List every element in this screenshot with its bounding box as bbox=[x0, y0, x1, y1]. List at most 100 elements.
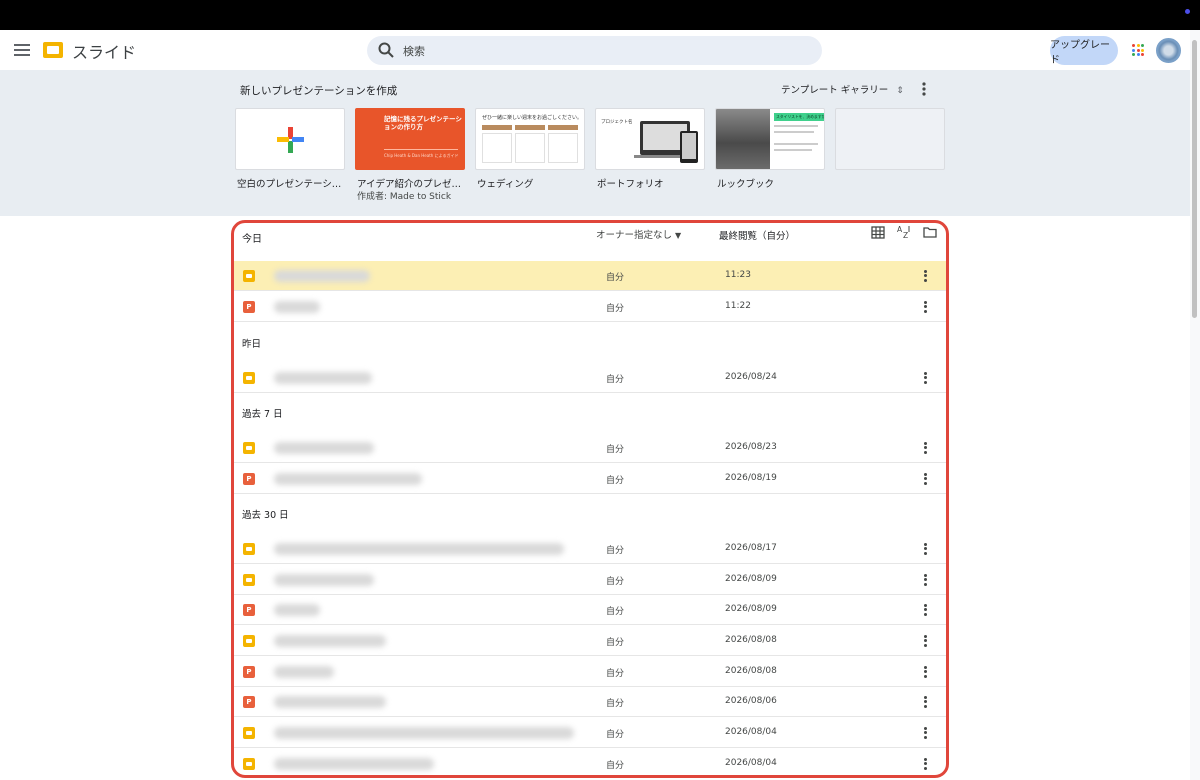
file-owner: 自分 bbox=[606, 761, 625, 771]
template-portfolio[interactable]: プロジェクト名 bbox=[595, 108, 705, 170]
section-yesterday: 昨日 bbox=[242, 339, 262, 350]
file-last-viewed: 2026/08/17 bbox=[725, 543, 777, 553]
slides-file-icon bbox=[243, 574, 255, 586]
file-last-viewed: 2026/08/04 bbox=[725, 727, 777, 737]
scrollbar-thumb[interactable] bbox=[1192, 40, 1197, 318]
more-options-icon[interactable] bbox=[920, 541, 930, 557]
owner-filter-dropdown[interactable]: オーナー指定なし ▼ bbox=[596, 227, 681, 241]
section-today: 今日 bbox=[242, 234, 262, 245]
slides-file-icon bbox=[243, 727, 255, 739]
more-options-icon[interactable] bbox=[920, 664, 930, 680]
more-options-icon[interactable] bbox=[920, 268, 930, 284]
folder-icon[interactable] bbox=[923, 226, 937, 238]
file-name-redacted bbox=[274, 696, 386, 708]
google-apps-icon[interactable] bbox=[1132, 44, 1144, 56]
file-name-redacted bbox=[274, 604, 320, 616]
thumb-column bbox=[548, 133, 578, 163]
table-row[interactable]: 自分 2026/08/24 bbox=[234, 363, 946, 393]
table-row[interactable]: 自分 2026/08/08 bbox=[234, 626, 946, 656]
file-owner: 自分 bbox=[606, 375, 625, 385]
last-viewed-sort[interactable]: 最終閲覧（自分） bbox=[719, 228, 795, 242]
owner-filter-label: オーナー指定なし bbox=[596, 230, 673, 241]
table-row[interactable]: 自分 2026/08/04 bbox=[234, 749, 946, 775]
file-owner: 自分 bbox=[606, 273, 625, 283]
slides-file-icon bbox=[243, 758, 255, 770]
file-last-viewed: 2026/08/19 bbox=[725, 473, 777, 483]
upgrade-button[interactable]: アップグレード bbox=[1050, 36, 1118, 66]
plus-icon bbox=[277, 127, 304, 153]
template-author: 作成者: Made to Stick bbox=[357, 192, 452, 202]
camera-indicator bbox=[1185, 9, 1190, 14]
app-title[interactable]: スライド bbox=[72, 39, 136, 63]
template-thumb-title: プロジェクト名 bbox=[601, 120, 633, 125]
app-header: スライド 検索 アップグレード bbox=[0, 30, 1190, 70]
table-row[interactable]: P 自分 2026/08/09 bbox=[234, 595, 946, 625]
more-options-icon[interactable] bbox=[920, 633, 930, 649]
more-options-icon[interactable] bbox=[920, 440, 930, 456]
more-options-icon[interactable] bbox=[920, 694, 930, 710]
table-row[interactable]: 自分 2026/08/23 bbox=[234, 433, 946, 463]
grid-view-icon[interactable] bbox=[871, 226, 885, 239]
sort-az-icon[interactable]: AZ bbox=[896, 224, 912, 240]
file-last-viewed: 2026/08/09 bbox=[725, 604, 777, 614]
file-name-redacted bbox=[274, 301, 320, 313]
template-placeholder[interactable] bbox=[835, 108, 945, 170]
template-more-icon[interactable] bbox=[917, 81, 931, 97]
more-options-icon[interactable] bbox=[920, 756, 930, 772]
more-options-icon[interactable] bbox=[920, 471, 930, 487]
template-gallery-button[interactable]: テンプレート ギャラリー ⇕ bbox=[781, 82, 904, 96]
template-thumb-title: 記憶に残るプレゼンテーションの作り方 bbox=[384, 115, 462, 131]
template-thumb-title: ぜひ一緒に楽しい週末をお過ごしください。 bbox=[482, 115, 583, 121]
thumb-line bbox=[774, 149, 812, 151]
account-avatar[interactable] bbox=[1156, 38, 1181, 63]
file-name-redacted bbox=[274, 442, 374, 454]
file-last-viewed: 2026/08/04 bbox=[725, 758, 777, 768]
template-pitch[interactable]: 記憶に残るプレゼンテーションの作り方 Chip Heath & Dan Heat… bbox=[355, 108, 465, 170]
more-options-icon[interactable] bbox=[920, 299, 930, 315]
more-options-icon[interactable] bbox=[920, 370, 930, 386]
template-label: ポートフォリオ bbox=[597, 179, 664, 190]
powerpoint-file-icon: P bbox=[243, 604, 255, 616]
file-list: 今日 オーナー指定なし ▼ 最終閲覧（自分） AZ 昨日 過去 7 日 過去 30… bbox=[234, 223, 946, 775]
table-row[interactable]: 自分 2026/08/09 bbox=[234, 565, 946, 595]
page-scrollbar[interactable] bbox=[1190, 30, 1200, 780]
table-row[interactable]: P 自分 2026/08/08 bbox=[234, 657, 946, 687]
file-last-viewed: 2026/08/08 bbox=[725, 666, 777, 676]
slides-logo-icon[interactable] bbox=[42, 39, 64, 61]
slides-file-icon bbox=[243, 372, 255, 384]
file-last-viewed: 2026/08/06 bbox=[725, 696, 777, 706]
file-name-redacted bbox=[274, 666, 334, 678]
table-row[interactable]: 自分 11:23 bbox=[234, 261, 946, 291]
svg-text:Z: Z bbox=[903, 231, 908, 240]
file-owner: 自分 bbox=[606, 476, 625, 486]
slides-file-icon bbox=[243, 543, 255, 555]
slides-file-icon bbox=[243, 635, 255, 647]
powerpoint-file-icon: P bbox=[243, 473, 255, 485]
file-name-redacted bbox=[274, 473, 422, 485]
file-name-redacted bbox=[274, 635, 386, 647]
thumb-line bbox=[774, 125, 818, 127]
thumb-line bbox=[774, 131, 814, 133]
table-row[interactable]: 自分 2026/08/17 bbox=[234, 534, 946, 564]
more-options-icon[interactable] bbox=[920, 725, 930, 741]
search-input[interactable]: 検索 bbox=[367, 36, 822, 65]
table-row[interactable]: P 自分 11:22 bbox=[234, 292, 946, 322]
table-row[interactable]: P 自分 2026/08/06 bbox=[234, 687, 946, 717]
powerpoint-file-icon: P bbox=[243, 301, 255, 313]
file-last-viewed: 2026/08/23 bbox=[725, 442, 777, 452]
template-lookbook[interactable]: スタイリストを、決めますか bbox=[715, 108, 825, 170]
table-row[interactable]: P 自分 2026/08/19 bbox=[234, 464, 946, 494]
more-options-icon[interactable] bbox=[920, 602, 930, 618]
search-icon bbox=[378, 42, 394, 58]
main-menu-icon[interactable] bbox=[14, 42, 30, 58]
file-name-redacted bbox=[274, 758, 434, 770]
divider bbox=[384, 149, 458, 150]
template-blank[interactable] bbox=[235, 108, 345, 170]
file-name-redacted bbox=[274, 574, 374, 586]
table-row[interactable]: 自分 2026/08/04 bbox=[234, 718, 946, 748]
template-wedding[interactable]: ぜひ一緒に楽しい週末をお過ごしください。 bbox=[475, 108, 585, 170]
thumb-column bbox=[482, 133, 512, 163]
system-top-bar bbox=[0, 0, 1200, 30]
powerpoint-file-icon: P bbox=[243, 696, 255, 708]
more-options-icon[interactable] bbox=[920, 572, 930, 588]
